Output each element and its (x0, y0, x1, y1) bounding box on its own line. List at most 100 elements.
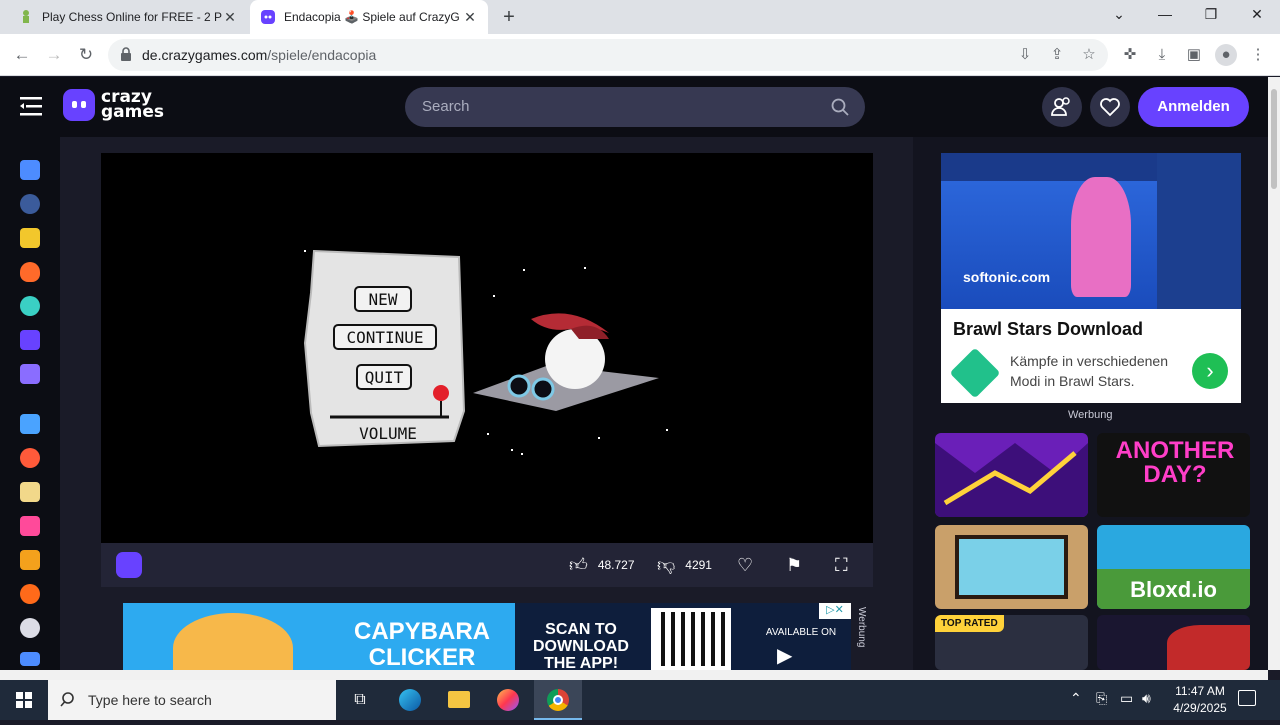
tray-chevron-icon[interactable]: ⌃ (1070, 690, 1082, 707)
back-icon[interactable]: ← (9, 42, 35, 68)
character-eye-right (531, 377, 555, 401)
pool-ball-icon[interactable] (20, 618, 40, 638)
favorite-heart-icon[interactable]: ♡ (737, 543, 753, 587)
taskbar-clock[interactable]: 11:47 AM 4/29/2025 (1160, 683, 1240, 717)
game-thumbnail[interactable]: Bloxd.io (1097, 525, 1250, 609)
bookmark-star-icon[interactable]: ☆ (1078, 44, 1100, 66)
tray-volume-icon[interactable]: 🔊︎ (1142, 690, 1151, 707)
windows-logo-icon (16, 692, 32, 708)
two-player-icon[interactable] (20, 414, 40, 434)
tab-chess[interactable]: Play Chess Online for FREE - 2 Pl ✕ (8, 0, 248, 34)
thumbs-up-icon: 👍︎ (569, 555, 588, 575)
tray-network-icon[interactable]: ⎘ (1096, 690, 1107, 707)
friends-icon (1051, 97, 1070, 116)
close-icon[interactable]: ✕ (222, 9, 238, 26)
bottom-banner-ad[interactable]: CAPYBARA CLICKER SCAN TO DOWNLOAD THE AP… (123, 603, 851, 670)
clock-date: 4/29/2025 (1173, 701, 1227, 715)
basketball-icon[interactable] (20, 584, 40, 604)
search-input[interactable]: Search (405, 87, 865, 127)
menu-collapse-icon[interactable] (20, 95, 44, 117)
new-tab-button[interactable]: + (498, 6, 520, 28)
main-content: NEW CONTINUE QUIT VOLUME 👍︎ 48.727 👎︎ 42… (60, 137, 913, 670)
game-thumbnail[interactable] (935, 525, 1088, 609)
adventure-compass-icon[interactable] (20, 448, 40, 468)
fullscreen-icon[interactable]: ⛶ (835, 543, 848, 587)
taskbar-search-input[interactable]: Type here to search (48, 680, 336, 720)
multiplayer-icon[interactable] (20, 364, 40, 384)
downloads-icon[interactable]: ⤓ (1151, 44, 1173, 66)
game-canvas[interactable]: NEW CONTINUE QUIT VOLUME (101, 153, 873, 543)
file-explorer-icon[interactable] (435, 680, 483, 720)
restore-button[interactable]: ❐ (1188, 0, 1234, 30)
menu-continue[interactable]: CONTINUE (346, 328, 423, 347)
tray-display-icon[interactable]: ▭ (1120, 690, 1133, 707)
close-icon[interactable]: ✕ (462, 9, 478, 26)
menu-dots-icon[interactable]: ⋮ (1247, 44, 1269, 66)
site-header: crazy games Search Anmelden (0, 77, 1268, 137)
recent-clock-icon[interactable] (20, 194, 40, 214)
softonic-icon (949, 347, 1001, 399)
heart-icon (1100, 98, 1120, 117)
search-icon (60, 692, 74, 707)
tab-endacopia[interactable]: Endacopia 🕹️ Spiele auf CrazyG ✕ (250, 0, 488, 34)
horizontal-scrollbar[interactable] (0, 670, 1268, 680)
reload-icon[interactable]: ↻ (73, 42, 99, 68)
ad-capybara-art: CAPYBARA CLICKER (123, 603, 515, 670)
ad-download-panel: SCAN TO DOWNLOAD THE APP! AVAILABLE ON ▶… (515, 603, 851, 670)
puzzle-icon[interactable] (20, 652, 40, 666)
updated-icon[interactable] (20, 296, 40, 316)
dislike-count: 4291 (685, 558, 712, 572)
action-sword-icon[interactable] (20, 482, 40, 502)
report-flag-icon[interactable]: ⚑ (786, 543, 802, 587)
profile-icon[interactable]: ● (1215, 44, 1237, 66)
install-icon[interactable]: ⇩ (1014, 44, 1036, 66)
menu-new[interactable]: NEW (369, 290, 398, 309)
address-bar[interactable]: de.crazygames.com/spiele/endacopia ⇩ ⇪ ☆ (108, 39, 1108, 71)
originals-icon[interactable] (20, 330, 40, 350)
menu-quit[interactable]: QUIT (365, 368, 404, 387)
ad-label: Werbung (1068, 409, 1113, 421)
login-button[interactable]: Anmelden (1138, 87, 1249, 127)
category-sidebar (0, 137, 60, 670)
edge-icon[interactable] (386, 680, 434, 720)
minimize-button[interactable]: — (1142, 0, 1188, 30)
crazygames-icon[interactable] (116, 552, 142, 578)
game-thumbnail[interactable]: ANOTHER DAY? (1097, 433, 1250, 517)
page-scrollbar[interactable] (1268, 77, 1280, 670)
tab-search-icon[interactable]: ⌄ (1096, 0, 1142, 30)
chrome-icon[interactable] (534, 680, 582, 720)
chevron-right-icon: › (1206, 358, 1214, 383)
adchoices-icon[interactable]: ▷✕ (819, 603, 851, 619)
tab-title: Endacopia 🕹️ Spiele auf CrazyG (284, 10, 460, 24)
search-placeholder: Search (422, 98, 470, 115)
ad-arrow-button[interactable]: › (1192, 353, 1228, 389)
like-button[interactable]: 👍︎ 48.727 (569, 543, 635, 587)
browser-toolbar: ← → ↻ de.crazygames.com/spiele/endacopia… (0, 34, 1280, 76)
trending-fire-icon[interactable] (20, 262, 40, 282)
side-ad[interactable]: softonic.com Brawl Stars Download Kämpfe… (941, 153, 1241, 403)
firefox-icon[interactable] (484, 680, 532, 720)
game-thumbnail[interactable] (1097, 615, 1250, 670)
menu-volume[interactable]: VOLUME (359, 424, 417, 443)
ad-title: Brawl Stars Download (953, 319, 1144, 339)
side-panel-icon[interactable]: ▣ (1183, 44, 1205, 66)
extensions-icon[interactable]: ✜ (1119, 44, 1141, 66)
forward-icon[interactable]: → (41, 42, 67, 68)
notification-icon[interactable] (1238, 690, 1256, 706)
new-sparkle-icon[interactable] (20, 228, 40, 248)
game-thumbnail[interactable]: TOP RATED (935, 615, 1088, 670)
task-view-icon[interactable]: ⧉ (336, 680, 384, 720)
share-icon[interactable]: ⇪ (1046, 44, 1068, 66)
dislike-button[interactable]: 👎︎ 4291 (657, 543, 712, 587)
close-window-button[interactable]: ✕ (1234, 0, 1280, 30)
friends-button[interactable] (1042, 87, 1082, 127)
favorites-button[interactable] (1090, 87, 1130, 127)
crazygames-icon (261, 10, 275, 24)
crazygames-logo[interactable]: crazy games (63, 89, 164, 121)
game-thumbnail[interactable] (935, 433, 1088, 517)
dress-up-icon[interactable] (20, 516, 40, 536)
home-icon[interactable] (20, 160, 40, 180)
windows-start-button[interactable] (0, 680, 48, 720)
search-icon[interactable] (831, 98, 849, 116)
driving-car-icon[interactable] (20, 550, 40, 570)
